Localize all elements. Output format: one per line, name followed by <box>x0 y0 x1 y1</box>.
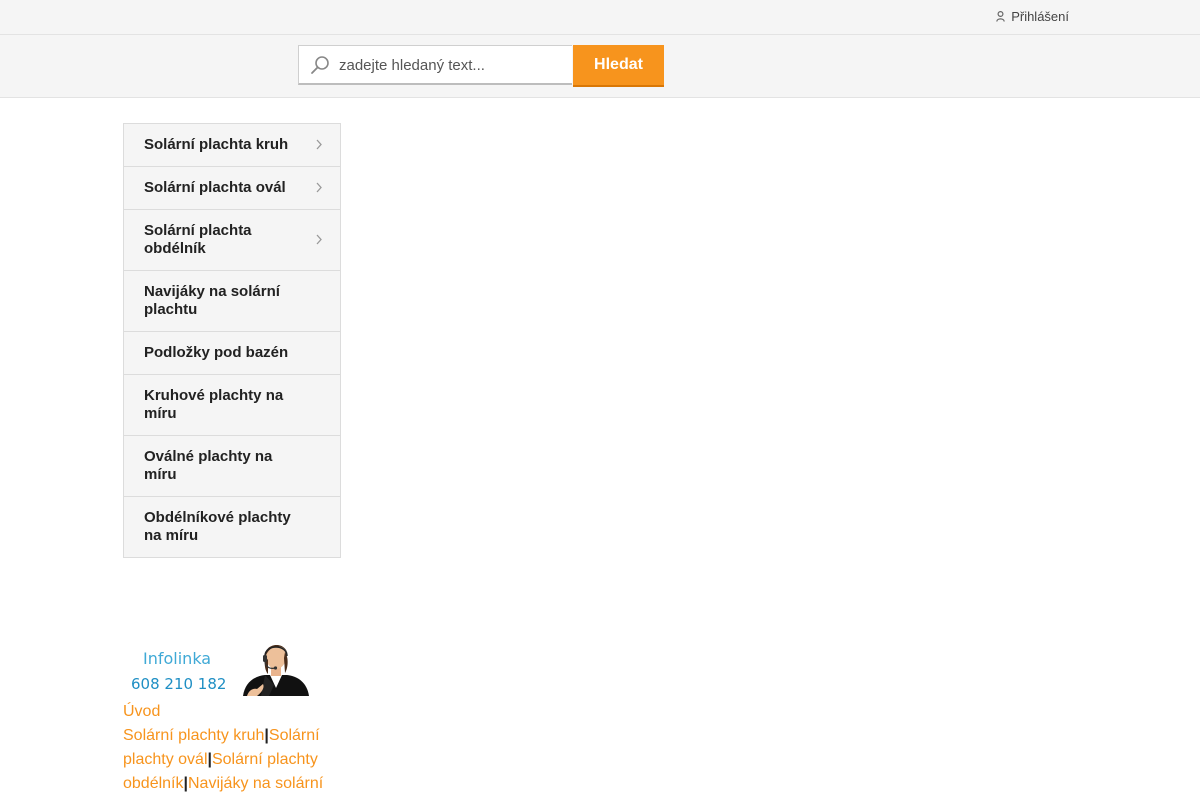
category-label: Podložky pod bazén <box>144 344 289 361</box>
category-item[interactable]: Obdélníkové plachty na míru <box>124 497 340 557</box>
support-agent-image <box>243 644 309 696</box>
infoline-label: Infolinka <box>143 649 212 668</box>
footer-link-home[interactable]: Úvod <box>123 703 160 720</box>
footer-link[interactable]: Solární plachty kruh <box>123 727 264 744</box>
chevron-right-icon <box>316 182 322 193</box>
infoline-phone: 608 210 182 <box>131 675 227 693</box>
chevron-right-icon <box>316 139 322 150</box>
category-label: Navijáky na solární plachtu <box>144 283 280 318</box>
category-label: Obdélníkové plachty na míru <box>144 509 291 544</box>
search-button[interactable]: Hledat <box>573 45 664 87</box>
category-item[interactable]: Solární plachta ovál <box>124 167 340 210</box>
category-item[interactable]: Navijáky na solární plachtu <box>124 271 340 332</box>
footer-links: Úvod Solární plachty kruh|Solární plachty… <box>123 700 333 796</box>
category-menu: Solární plachta kruh Solární plachta ovál… <box>123 123 341 558</box>
footer-link[interactable]: Navijáky na solární <box>188 775 323 792</box>
category-label: Solární plachta obdélník <box>144 222 252 257</box>
infoline-banner[interactable]: Infolinka 608 210 182 <box>123 638 313 696</box>
category-item[interactable]: Solární plachta kruh <box>124 124 340 167</box>
category-label: Solární plachta ovál <box>144 179 286 196</box>
category-label: Solární plachta kruh <box>144 136 289 153</box>
category-label: Kruhové plachty na míru <box>144 387 284 422</box>
category-item[interactable]: Podložky pod bazén <box>124 332 340 375</box>
search-icon <box>311 56 329 74</box>
user-icon <box>996 11 1005 22</box>
category-item[interactable]: Oválné plachty na míru <box>124 436 340 497</box>
search-input[interactable] <box>339 46 564 84</box>
header: Hledat <box>0 35 1200 98</box>
category-label: Oválné plachty na míru <box>144 448 273 483</box>
chevron-right-icon <box>316 234 322 245</box>
login-link[interactable]: Přihlášení <box>996 9 1069 24</box>
search-box <box>298 45 572 85</box>
top-bar: Přihlášení <box>0 0 1200 35</box>
login-label: Přihlášení <box>1011 9 1069 24</box>
category-item[interactable]: Solární plachta obdélník <box>124 210 340 271</box>
category-item[interactable]: Kruhové plachty na míru <box>124 375 340 436</box>
